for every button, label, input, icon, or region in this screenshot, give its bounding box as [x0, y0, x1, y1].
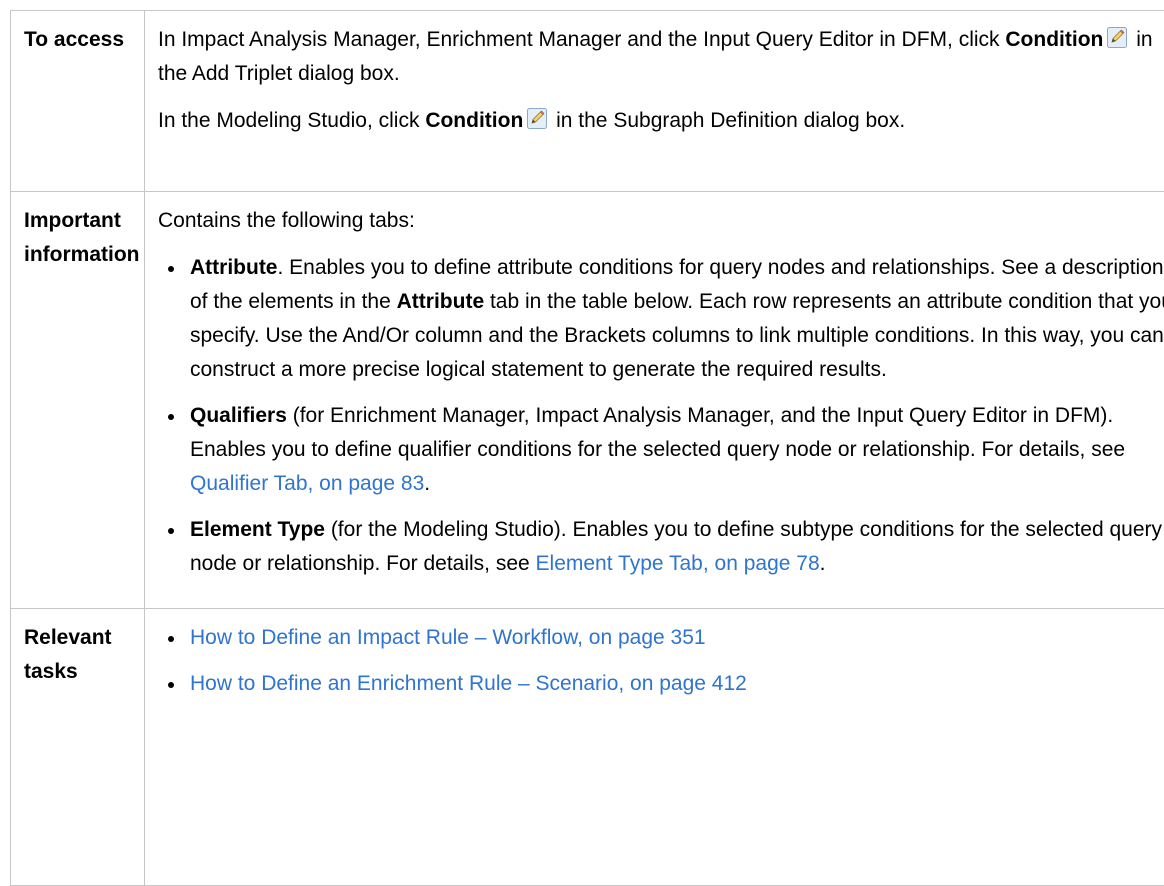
bullet-icon: [168, 682, 174, 688]
access-paragraph-1: In Impact Analysis Manager, Enrichment M…: [158, 23, 1164, 91]
access-paragraph-2: In the Modeling Studio, click Condition …: [158, 104, 1164, 138]
text: .: [424, 472, 430, 495]
text: (for Enrichment Manager, Impact Analysis…: [190, 404, 1125, 461]
bullet-icon: [168, 528, 174, 534]
text: In the Modeling Studio, click: [158, 109, 425, 132]
label-cell: Important information: [11, 192, 145, 609]
condition-label: Condition: [1005, 28, 1103, 51]
list-item-task: How to Define an Impact Rule – Workflow,…: [158, 621, 1164, 655]
term: Element Type: [190, 518, 325, 541]
pencil-edit-icon: [1107, 27, 1127, 48]
label-line: Relevant: [24, 626, 112, 649]
list-item-element-type: Element Type (for the Modeling Studio). …: [158, 513, 1164, 581]
term: Attribute: [397, 290, 485, 313]
term: Attribute: [190, 256, 278, 279]
content-cell: How to Define an Impact Rule – Workflow,…: [145, 609, 1164, 886]
term: Qualifiers: [190, 404, 287, 427]
bullet-icon: [168, 266, 174, 272]
impact-rule-link[interactable]: How to Define an Impact Rule – Workflow,…: [190, 626, 706, 649]
bullet-icon: [168, 636, 174, 642]
qualifier-tab-link[interactable]: Qualifier Tab, on page 83: [190, 472, 424, 495]
list-item-qualifiers: Qualifiers (for Enrichment Manager, Impa…: [158, 399, 1164, 501]
text: In Impact Analysis Manager, Enrichment M…: [158, 28, 1005, 51]
label-important-information: Important information: [11, 192, 144, 272]
row-to-access: To access In Impact Analysis Manager, En…: [11, 11, 1164, 192]
label-line: Important: [24, 209, 121, 232]
label-cell: To access: [11, 11, 145, 192]
pencil-edit-icon: [527, 108, 547, 129]
tasks-list: How to Define an Impact Rule – Workflow,…: [158, 621, 1164, 701]
row-relevant-tasks: Relevant tasks How to Define an Impact R…: [11, 609, 1164, 886]
content-cell: Contains the following tabs: Attribute. …: [145, 192, 1164, 609]
text: .: [820, 552, 826, 575]
bullet-icon: [168, 414, 174, 420]
element-type-tab-link[interactable]: Element Type Tab, on page 78: [536, 552, 820, 575]
enrichment-rule-link[interactable]: How to Define an Enrichment Rule – Scena…: [190, 672, 747, 695]
condition-label: Condition: [425, 109, 523, 132]
label-line: information: [24, 243, 140, 266]
text: in the Subgraph Definition dialog box.: [550, 109, 905, 132]
list-item-attribute: Attribute. Enables you to define attribu…: [158, 251, 1164, 387]
reference-table: To access In Impact Analysis Manager, En…: [10, 10, 1164, 886]
content-cell: In Impact Analysis Manager, Enrichment M…: [145, 11, 1164, 192]
label-to-access: To access: [11, 11, 144, 57]
intro-text: Contains the following tabs:: [158, 204, 1164, 238]
label-relevant-tasks: Relevant tasks: [11, 609, 144, 689]
row-important-information: Important information Contains the follo…: [11, 192, 1164, 609]
label-line: tasks: [24, 660, 78, 683]
list-item-task: How to Define an Enrichment Rule – Scena…: [158, 667, 1164, 701]
label-cell: Relevant tasks: [11, 609, 145, 886]
tabs-list: Attribute. Enables you to define attribu…: [158, 251, 1164, 581]
